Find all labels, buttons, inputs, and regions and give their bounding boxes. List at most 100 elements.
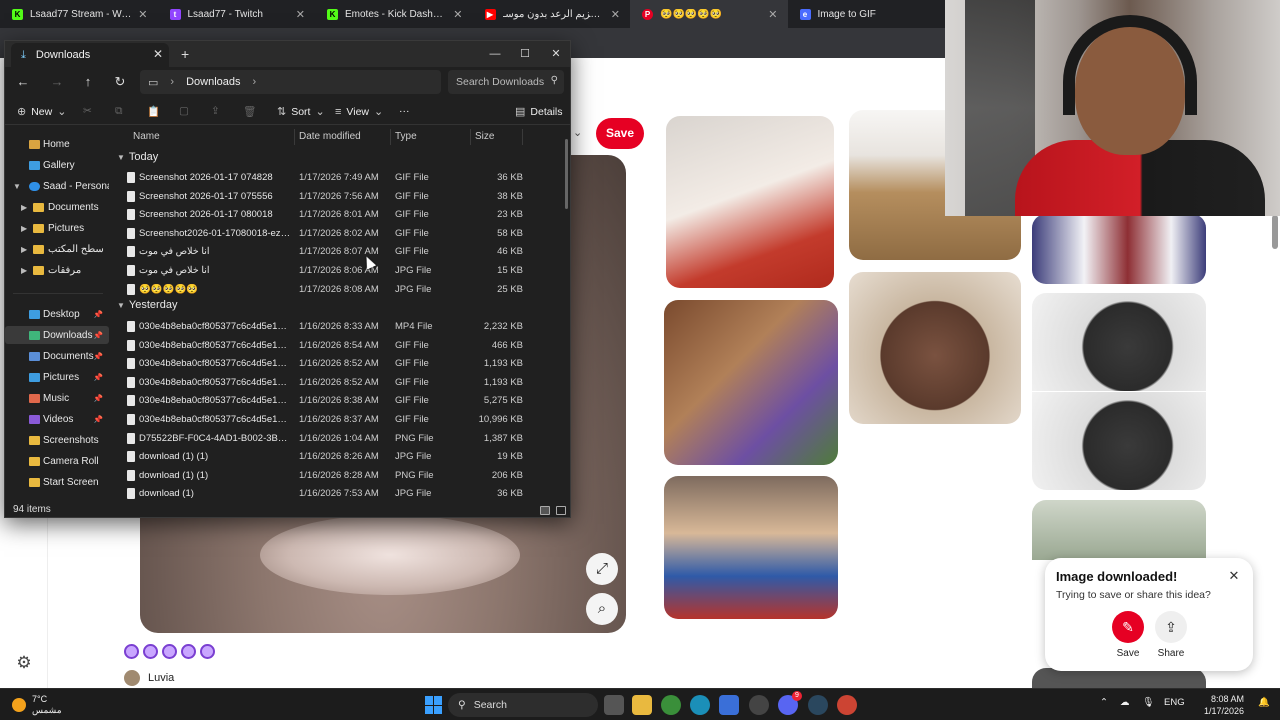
minimize-icon[interactable]: — [480, 41, 510, 67]
browser-tab[interactable]: ▶ اغنية بداية هزيم الرعد بدون موسـ ✕ [473, 0, 631, 28]
group-header-yesterday[interactable]: ▼ Yesterday [117, 299, 177, 311]
new-button[interactable]: ⊕ New ⌄ [17, 105, 66, 119]
file-row[interactable]: Screenshot 2026-01-17 075556 1/17/2026 7:… [113, 188, 565, 206]
nav-item-start-screen[interactable]: Start Screen [5, 473, 109, 491]
forward-icon[interactable]: → [49, 74, 65, 90]
pin-thumbnail[interactable] [1032, 392, 1206, 490]
copy-icon[interactable]: ⧉ [115, 105, 123, 118]
file-explorer-icon[interactable] [632, 695, 652, 715]
task-view-icon[interactable] [604, 695, 624, 715]
details-button[interactable]: ▤ Details [515, 105, 563, 119]
file-row[interactable]: انا خلاص في موت 1/17/2026 8:06 AM JPG File… [113, 262, 565, 280]
expand-icon[interactable]: ⤢ [586, 553, 618, 585]
nav-item-screenshots[interactable]: Screenshots [5, 431, 109, 449]
pin-save-icon[interactable]: ✎ [1112, 611, 1144, 643]
pin-icon[interactable]: 📌 [93, 415, 103, 424]
chevron-right-icon[interactable]: ▶ [21, 245, 27, 254]
chevron-up-icon[interactable]: ⌃ [1100, 697, 1108, 708]
chevron-down-icon[interactable]: ⌄ [573, 126, 582, 139]
details-view-icon[interactable] [540, 506, 550, 515]
close-icon[interactable]: ✕ [153, 47, 163, 61]
pin-thumbnail[interactable] [1032, 214, 1206, 284]
chevron-right-icon[interactable]: ▶ [21, 203, 27, 212]
file-row[interactable]: 030e4b8eba0cf805377c6c4d5e1c8b06-ezg... 1… [113, 392, 565, 410]
gear-icon[interactable]: ⚙ [14, 653, 34, 673]
breadcrumb-chevron-icon[interactable]: › [253, 76, 257, 88]
pin-thumbnail[interactable] [664, 476, 838, 619]
steam-icon[interactable] [808, 695, 828, 715]
file-row[interactable]: 030e4b8eba0cf805377c6c4d5e1c8b06-ezg... 1… [113, 337, 565, 355]
explorer-tab[interactable]: ⤓ Downloads ✕ [11, 43, 169, 67]
chevron-right-icon[interactable]: ▶ [21, 224, 27, 233]
nav-item-downloads[interactable]: Downloads 📌 [5, 326, 109, 344]
nav-item-documents-quick[interactable]: Documents 📌 [5, 347, 109, 365]
discord-icon[interactable]: 9 [778, 691, 802, 715]
pin-icon[interactable]: 📌 [93, 310, 103, 319]
chevron-down-icon[interactable]: ▼ [13, 182, 21, 191]
commenter[interactable]: Luvia [124, 670, 174, 686]
search-input[interactable]: Search Downloads ⚲ [448, 70, 564, 94]
file-row[interactable]: انا خلاص في موت 1/17/2026 8:07 AM GIF File… [113, 243, 565, 261]
page-scrollbar[interactable] [1272, 215, 1278, 249]
nav-item-documents[interactable]: ▶ Documents [5, 198, 109, 216]
file-row[interactable]: Screenshot 2026-01-17 080018 1/17/2026 8:… [113, 206, 565, 224]
up-icon[interactable]: ↑ [80, 74, 96, 90]
address-bar[interactable]: ▭ › Downloads › [140, 70, 441, 94]
close-window-icon[interactable]: ✕ [541, 41, 571, 67]
clock[interactable]: 8:08 AM 1/17/2026 [1196, 693, 1244, 717]
file-row[interactable]: 🥺🥺🥺🥺🥺 1/17/2026 8:08 AM JPG File 25 KB [113, 281, 565, 299]
pin-icon[interactable]: 📌 [93, 352, 103, 361]
visual-search-icon[interactable]: ⌕ [586, 593, 618, 625]
pin-icon[interactable]: 📌 [93, 394, 103, 403]
pin-thumbnail[interactable] [1032, 668, 1206, 688]
sort-button[interactable]: ⇅ Sort ⌄ [277, 105, 325, 119]
notifications-icon[interactable]: 🔔 [1258, 697, 1270, 708]
tiles-view-icon[interactable] [556, 506, 566, 515]
file-row[interactable]: 030e4b8eba0cf805377c6c4d5e1c8b06-ezg... 1… [113, 411, 565, 429]
store-icon[interactable] [719, 695, 739, 715]
view-button[interactable]: ≡ View ⌄ [335, 105, 383, 119]
share-icon[interactable]: ⇪ [1155, 611, 1187, 643]
microphone-icon[interactable]: 🎙 [1142, 697, 1154, 708]
rename-icon[interactable]: ▢ [179, 105, 189, 117]
close-icon[interactable]: ✕ [1226, 568, 1242, 584]
browser-tab[interactable]: e Image to GIF [788, 0, 946, 28]
file-row[interactable]: Screenshot 2026-01-17 074828 1/17/2026 7:… [113, 169, 565, 187]
browser-tab[interactable]: K Emotes - Kick Dashboard ✕ [315, 0, 473, 28]
pin-icon[interactable]: 📌 [93, 373, 103, 382]
column-header-type[interactable]: Type [391, 129, 471, 145]
nav-item-onedrive[interactable]: ▼ Saad - Personal [5, 177, 109, 195]
nav-item-attachments[interactable]: ▶ مرفقات [5, 261, 109, 279]
file-row[interactable]: Screenshot2026-01-17080018-ezgif.com-...… [113, 225, 565, 243]
column-header-size[interactable]: Size [471, 129, 523, 145]
cloud-icon[interactable]: ☁ [1120, 697, 1130, 708]
pin-thumbnail[interactable] [849, 272, 1021, 424]
browser-tab-active[interactable]: P 🥺🥺🥺🥺🥺 ✕ [630, 0, 788, 28]
close-tab-icon[interactable]: ✕ [768, 8, 777, 21]
file-list-scrollbar[interactable] [565, 139, 568, 209]
file-row[interactable]: 030e4b8eba0cf805377c6c4d5e1c8b06-ezg... 1… [113, 355, 565, 373]
file-row[interactable]: D75522BF-F0C4-4AD1-B002-3B6DCDE78... 1/16… [113, 430, 565, 448]
nav-item-pictures[interactable]: ▶ Pictures [5, 219, 109, 237]
file-row[interactable]: download (1) (1) 1/16/2026 8:26 AM JPG Fil… [113, 448, 565, 466]
new-tab-icon[interactable]: + [181, 46, 189, 62]
close-tab-icon[interactable]: ✕ [611, 8, 620, 21]
refresh-icon[interactable]: ↻ [112, 74, 128, 90]
weather-widget[interactable]: 7°C مشمس [12, 694, 62, 716]
edge-icon[interactable] [690, 695, 710, 715]
nav-item-camera-roll[interactable]: Camera Roll [5, 452, 109, 470]
delete-icon[interactable]: 🗑 [243, 105, 256, 118]
nav-item-desktop[interactable]: Desktop 📌 [5, 305, 109, 323]
browser-tab[interactable]: K Lsaad77 Stream - Watch Live o ✕ [0, 0, 158, 28]
pin-thumbnail[interactable] [1032, 293, 1206, 391]
language-indicator[interactable]: ENG [1164, 697, 1185, 708]
close-tab-icon[interactable]: ✕ [296, 8, 305, 21]
chrome-icon[interactable] [661, 695, 681, 715]
nav-item-music[interactable]: Music 📌 [5, 389, 109, 407]
chevron-right-icon[interactable]: ▶ [21, 266, 27, 275]
nav-item-desktop-ar[interactable]: ▶ سطح المكتب [5, 240, 109, 258]
save-button[interactable]: Save [596, 118, 644, 149]
more-options-icon[interactable]: ··· [399, 105, 410, 117]
pin-thumbnail[interactable] [666, 116, 834, 288]
nav-item-pictures-quick[interactable]: Pictures 📌 [5, 368, 109, 386]
